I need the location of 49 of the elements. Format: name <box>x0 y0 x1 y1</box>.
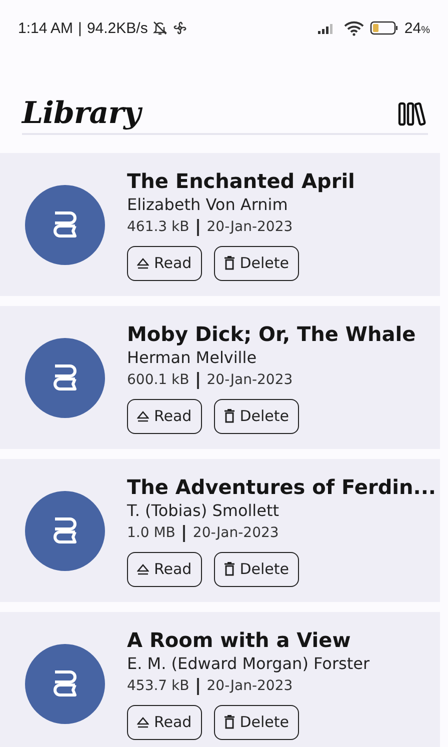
clock-time: 1:14 AM <box>18 20 74 36</box>
book-author: Herman Melville <box>127 348 258 366</box>
delete-button[interactable]: Delete <box>214 398 299 434</box>
wifi-icon <box>344 20 364 36</box>
read-button[interactable]: Read <box>127 246 202 280</box>
books-icon[interactable] <box>398 102 428 126</box>
delete-button[interactable]: Delete <box>214 704 299 740</box>
book-card[interactable]: Moby Dick; Or, The Whale Herman Melville 600.1 kB 20-Jan-2023 Read Delete <box>0 306 440 449</box>
trash-icon <box>224 409 235 423</box>
file-size: 600.1 kB <box>127 372 190 388</box>
book-date: 20-Jan-2023 <box>206 678 293 694</box>
delete-button[interactable]: Delete <box>214 246 299 280</box>
read-button[interactable]: Read <box>127 704 202 740</box>
book-card[interactable]: The Adventures of Ferdin... T. (Tobias) Smollett 1.0 MB 20-Jan-2023 Read Delete <box>0 459 440 602</box>
book-author: E. M. (Edward Morgan) Forster <box>127 654 370 672</box>
bell-off-icon <box>152 20 168 36</box>
book-icon <box>52 210 78 240</box>
book-card[interactable]: A Room with a View E. M. (Edward Morgan) Forster 453.7 kB 20-Jan-2023 Read Delete <box>0 612 440 747</box>
book-icon <box>52 362 78 392</box>
eject-icon <box>137 410 149 422</box>
book-date: 20-Jan-2023 <box>192 525 279 541</box>
book-date: 20-Jan-2023 <box>206 372 293 388</box>
read-button[interactable]: Read <box>127 552 202 586</box>
book-title: Moby Dick; Or, The Whale <box>127 322 416 346</box>
book-author: T. (Tobias) Smollett <box>127 500 280 520</box>
book-icon <box>52 668 78 698</box>
trash-icon <box>224 256 235 270</box>
read-button[interactable]: Read <box>127 398 202 434</box>
eject-icon <box>137 564 149 574</box>
battery-percent: 24% <box>404 20 430 36</box>
battery-icon <box>370 21 398 35</box>
fan-icon <box>172 20 188 36</box>
file-size: 1.0 MB <box>127 525 176 541</box>
file-size: 453.7 kB <box>127 678 190 694</box>
file-size: 461.3 kB <box>127 219 190 235</box>
page-title: Library <box>22 96 140 131</box>
book-title: A Room with a View <box>127 628 352 652</box>
trash-icon <box>224 715 235 729</box>
book-author: Elizabeth Von Arnim <box>127 194 289 214</box>
eject-icon <box>137 258 149 268</box>
separator: | <box>78 20 82 36</box>
trash-icon <box>224 562 235 576</box>
book-title: The Enchanted April <box>127 168 355 192</box>
delete-button[interactable]: Delete <box>214 552 299 586</box>
network-speed: 94.2KB/s <box>86 20 148 36</box>
book-date: 20-Jan-2023 <box>206 219 293 235</box>
book-icon <box>52 516 78 546</box>
eject-icon <box>137 716 149 728</box>
book-card[interactable]: The Enchanted April Elizabeth Von Arnim 461.3 kB 20-Jan-2023 Read Delete <box>0 153 440 296</box>
